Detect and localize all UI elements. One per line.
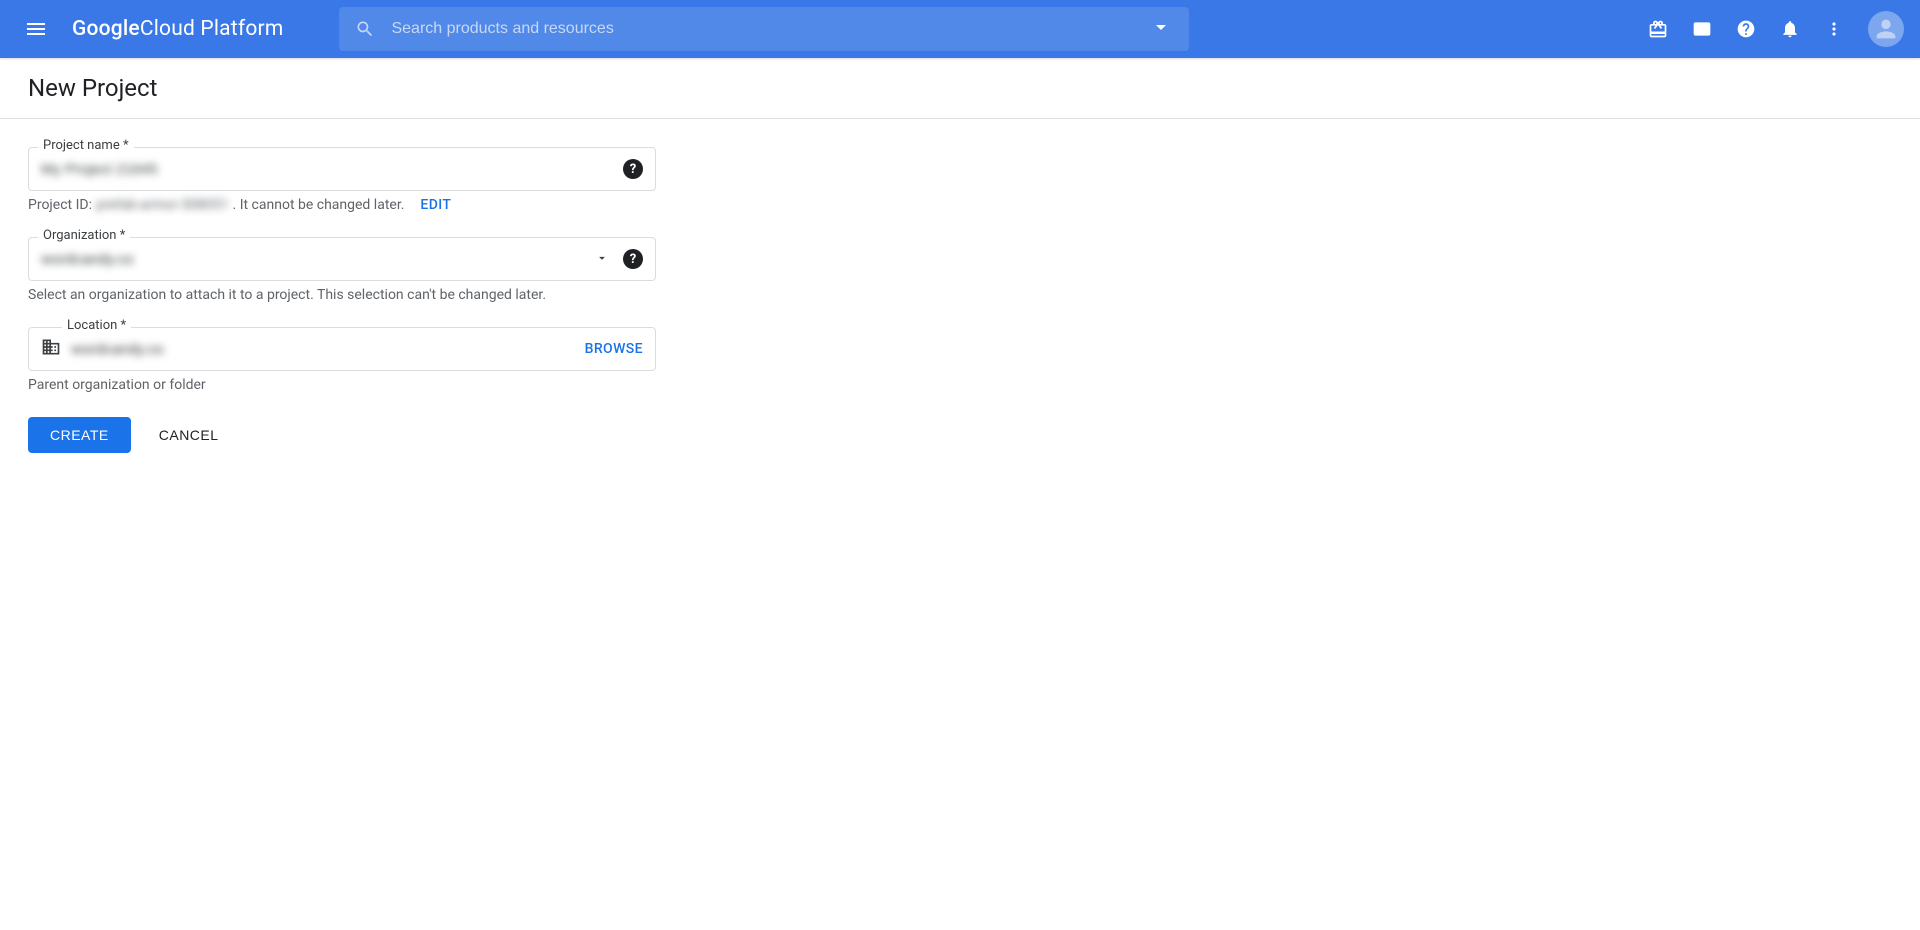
- hamburger-menu-icon[interactable]: [16, 9, 56, 49]
- gift-icon[interactable]: [1648, 19, 1668, 39]
- project-id-value: prefab-armor-308051: [96, 197, 229, 213]
- organization-label: Organization *: [38, 228, 130, 243]
- project-name-label: Project name *: [38, 138, 134, 153]
- location-label: Location *: [62, 318, 131, 333]
- more-vert-icon[interactable]: [1824, 19, 1844, 39]
- page-title-bar: New Project: [0, 58, 1920, 119]
- organization-field: Organization * wordcandy.co ?: [28, 237, 656, 281]
- project-name-input-wrapper[interactable]: ?: [28, 147, 656, 191]
- location-hint: Parent organization or folder: [28, 377, 1892, 393]
- edit-project-id-link[interactable]: EDIT: [420, 197, 451, 213]
- header-actions: [1648, 11, 1904, 47]
- cancel-button[interactable]: CANCEL: [159, 417, 219, 453]
- organization-hint: Select an organization to attach it to a…: [28, 287, 1892, 303]
- top-header: Google Cloud Platform: [0, 0, 1920, 58]
- project-name-help-icon[interactable]: ?: [623, 159, 643, 179]
- project-name-field: Project name * ?: [28, 147, 656, 191]
- organization-select[interactable]: wordcandy.co ?: [28, 237, 656, 281]
- gcp-logo[interactable]: Google Cloud Platform: [72, 17, 283, 41]
- avatar[interactable]: [1868, 11, 1904, 47]
- search-input[interactable]: [391, 20, 1133, 38]
- location-building-icon: [41, 337, 61, 361]
- browse-link[interactable]: BROWSE: [585, 341, 643, 357]
- location-input-wrapper[interactable]: wordcandy.co BROWSE: [28, 327, 656, 371]
- dropdown-arrow-icon[interactable]: [595, 250, 609, 269]
- create-button[interactable]: CREATE: [28, 417, 131, 453]
- cloud-shell-icon[interactable]: [1692, 19, 1712, 39]
- logo-google-text: Google: [72, 17, 140, 41]
- search-icon: [355, 19, 375, 39]
- help-icon[interactable]: [1736, 19, 1756, 39]
- location-value: wordcandy.co: [71, 340, 585, 358]
- location-field: Location * wordcandy.co BROWSE: [28, 327, 656, 371]
- page-title: New Project: [28, 74, 1892, 102]
- project-name-input[interactable]: [41, 161, 623, 178]
- organization-value: wordcandy.co: [41, 250, 595, 268]
- button-row: CREATE CANCEL: [28, 417, 1892, 453]
- project-id-suffix: . It cannot be changed later.: [233, 197, 405, 213]
- organization-help-icon[interactable]: ?: [623, 249, 643, 269]
- project-id-prefix: Project ID:: [28, 197, 92, 213]
- chevron-down-icon[interactable]: [1149, 15, 1173, 43]
- notifications-icon[interactable]: [1780, 19, 1800, 39]
- content-area: Project name * ? Project ID: prefab-armo…: [0, 119, 1920, 481]
- search-bar[interactable]: [339, 7, 1189, 51]
- project-id-hint: Project ID: prefab-armor-308051 . It can…: [28, 197, 1892, 213]
- logo-platform-text: Cloud Platform: [140, 17, 284, 41]
